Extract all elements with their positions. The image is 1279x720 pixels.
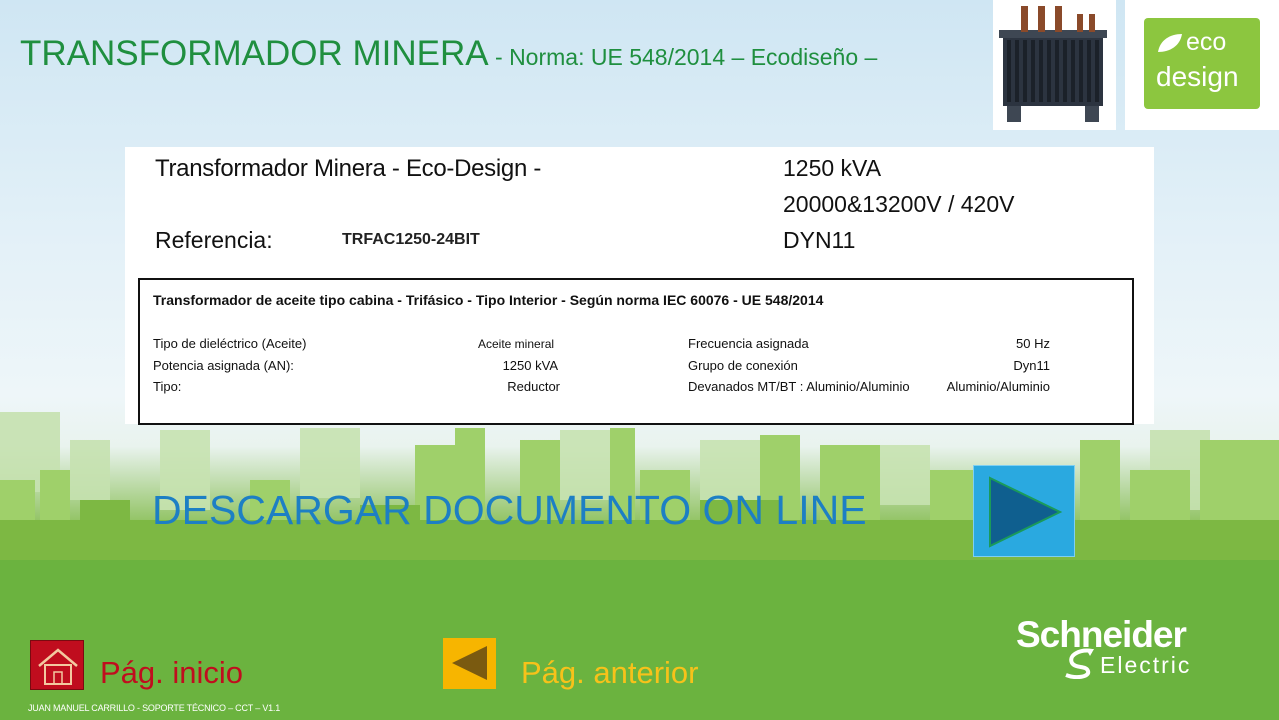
play-icon xyxy=(989,476,1063,548)
table-row-2-value-right: Dyn11 xyxy=(1013,358,1050,373)
leaf-icon xyxy=(1158,34,1182,52)
spec-heading: Transformador Minera - Eco-Design - xyxy=(155,155,542,182)
table-row-1-value-left: Aceite mineral xyxy=(478,337,555,351)
title-subtitle: - Norma: UE 548/2014 – Ecodiseño – xyxy=(488,44,878,70)
back-link[interactable]: Pág. anterior xyxy=(521,655,699,691)
home-link[interactable]: Pág. inicio xyxy=(100,655,243,691)
spec-voltage: 20000&13200V / 420V xyxy=(783,191,1015,217)
spec-card: Transformador Minera - Eco-Design - 1250… xyxy=(125,147,1154,425)
spec-table: Transformador de aceite tipo cabina - Tr… xyxy=(138,278,1134,425)
spec-rating: 1250 kVA xyxy=(783,155,882,181)
table-row-2-label-left: Potencia asignada (AN): xyxy=(153,358,294,373)
table-row-1-value-right: 50 Hz xyxy=(1016,336,1050,351)
reference-label: Referencia: xyxy=(155,227,273,253)
footer-credit: JUAN MANUEL CARRILLO - SOPORTE TÉCNICO –… xyxy=(28,703,281,713)
back-arrow-icon xyxy=(452,646,487,680)
spec-connection: DYN11 xyxy=(783,227,856,253)
ecodesign-line1: eco xyxy=(1186,28,1227,56)
table-row-3-label-left: Tipo: xyxy=(153,379,182,394)
download-play-button[interactable] xyxy=(973,465,1075,557)
table-row-3-value-left: Reductor xyxy=(507,379,560,394)
table-row-2-value-left: 1250 kVA xyxy=(502,358,558,373)
schneider-electric-logo: Schneider Electric xyxy=(1014,614,1224,686)
brand-name-line2: Electric xyxy=(1100,652,1192,678)
brand-name-line1: Schneider xyxy=(1016,614,1187,655)
transformer-image-icon xyxy=(999,6,1107,122)
transformer-photo xyxy=(993,0,1116,130)
table-row-1-label-right: Frecuencia asignada xyxy=(688,336,809,351)
schneider-logo-icon xyxy=(1065,648,1094,679)
back-button[interactable] xyxy=(443,638,496,689)
home-button[interactable] xyxy=(30,640,84,690)
title-main: TRANSFORMADOR MINERA xyxy=(20,34,489,73)
table-row-3-value-right: Aluminio/Aluminio xyxy=(946,379,1050,394)
home-icon xyxy=(38,648,78,685)
download-document-link[interactable]: DESCARGAR DOCUMENTO ON LINE xyxy=(152,487,867,534)
ecodesign-logo: eco design xyxy=(1144,18,1260,109)
reference-value: TRFAC1250-24BIT xyxy=(342,231,480,248)
spec-table-heading: Transformador de aceite tipo cabina - Tr… xyxy=(153,292,824,308)
table-row-2-label-right: Grupo de conexión xyxy=(688,358,798,373)
ecodesign-line2: design xyxy=(1156,61,1239,92)
ecodesign-badge: eco design xyxy=(1125,0,1279,130)
page-title: TRANSFORMADOR MINERA - Norma: UE 548/201… xyxy=(20,34,877,74)
table-row-3-label-right: Devanados MT/BT : Aluminio/Aluminio xyxy=(688,379,910,394)
table-row-1-label-left: Tipo de dieléctrico (Aceite) xyxy=(153,336,307,351)
